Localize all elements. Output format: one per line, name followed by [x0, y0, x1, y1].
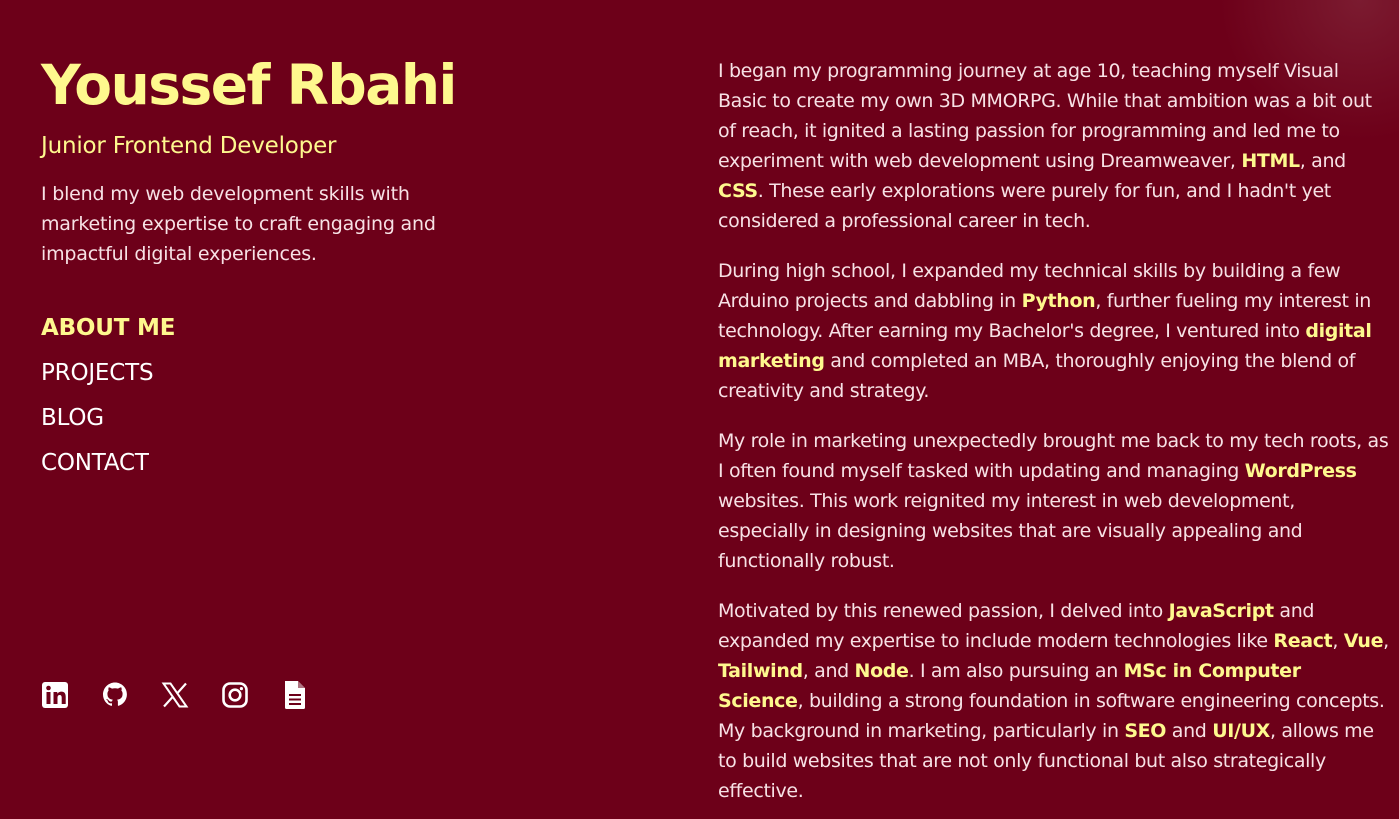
github-link[interactable] [101, 679, 129, 711]
nav-item-contact[interactable]: CONTACT [41, 444, 175, 489]
skill-highlight: Node [854, 660, 909, 682]
about-paragraph-1: I began my programming journey at age 10… [718, 56, 1390, 236]
skill-highlight: WordPress [1244, 460, 1357, 482]
about-text: , [1383, 630, 1389, 652]
about-text: . I am also pursuing an [908, 660, 1124, 682]
about-paragraph-2: During high school, I expanded my techni… [718, 256, 1390, 406]
skill-highlight: React [1273, 630, 1333, 652]
skill-highlight: Vue [1343, 630, 1384, 652]
x-icon [161, 682, 189, 708]
skill-highlight: CSS [718, 180, 758, 202]
instagram-icon [222, 682, 248, 708]
about-text: , and [802, 660, 855, 682]
linkedin-link[interactable] [41, 679, 69, 711]
profile-blurb: I blend my web development skills with m… [41, 183, 436, 265]
about-text: and [1166, 720, 1213, 742]
section-nav: ABOUT ME PROJECTS BLOG CONTACT [41, 309, 175, 489]
resume-link[interactable] [281, 679, 309, 711]
instagram-link[interactable] [221, 679, 249, 711]
skill-highlight: Tailwind [718, 660, 803, 682]
skill-highlight: HTML [1241, 150, 1300, 172]
profile-name: Youssef Rbahi [41, 53, 457, 117]
github-icon [103, 682, 127, 706]
skill-highlight: UI/UX [1212, 720, 1270, 742]
about-text: , [1332, 630, 1344, 652]
about-section: I began my programming journey at age 10… [718, 56, 1390, 819]
nav-item-projects[interactable]: PROJECTS [41, 354, 175, 399]
profile-header: Youssef Rbahi Junior Frontend Developer … [41, 50, 541, 269]
nav-item-blog[interactable]: BLOG [41, 399, 175, 444]
resume-icon [285, 681, 305, 709]
social-links [41, 679, 309, 711]
skill-highlight: Python [1021, 290, 1096, 312]
skill-highlight: JavaScript [1168, 600, 1274, 622]
about-text: Motivated by this renewed passion, I del… [718, 600, 1169, 622]
about-paragraph-3: My role in marketing unexpectedly brough… [718, 426, 1390, 576]
about-text: . These early explorations were purely f… [718, 180, 1331, 232]
skill-highlight: SEO [1124, 720, 1167, 742]
about-text: , and [1299, 150, 1346, 172]
linkedin-icon [42, 682, 68, 708]
profile-role: Junior Frontend Developer [41, 133, 337, 159]
portfolio-page: Youssef Rbahi Junior Frontend Developer … [0, 0, 1399, 819]
about-text: websites. This work reignited my interes… [718, 490, 1303, 572]
nav-item-about-me[interactable]: ABOUT ME [41, 309, 175, 354]
about-paragraph-4: Motivated by this renewed passion, I del… [718, 596, 1390, 806]
x-link[interactable] [161, 679, 189, 711]
